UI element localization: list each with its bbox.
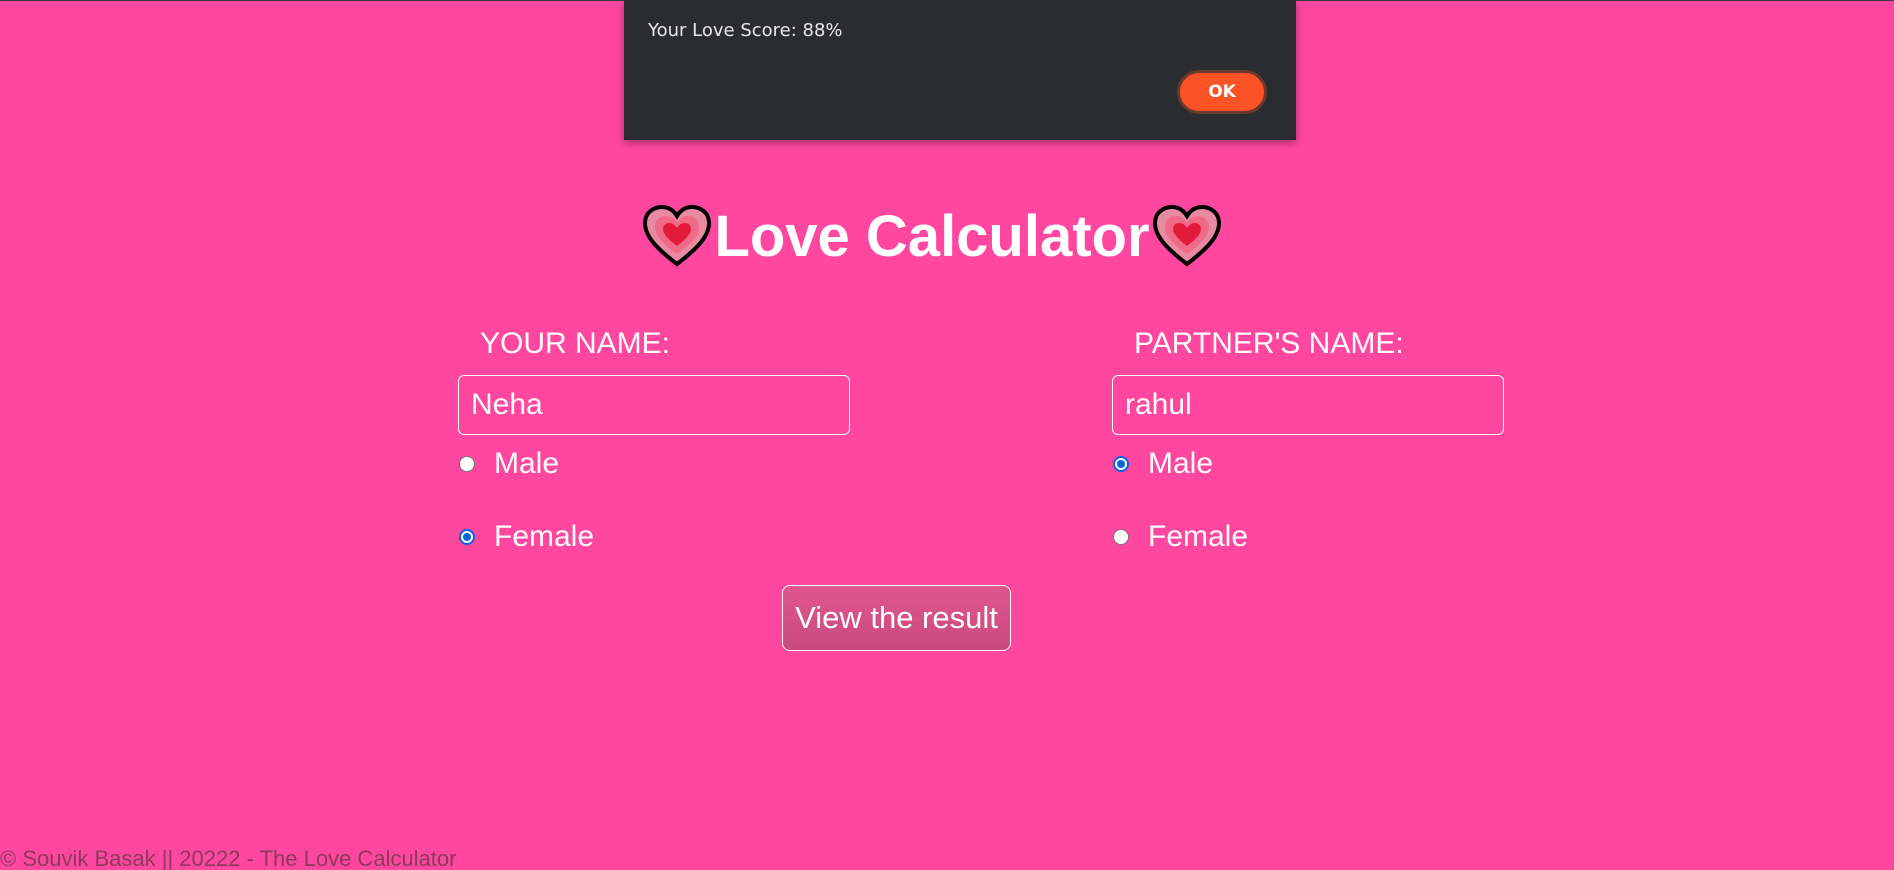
partner-gender-male-radio[interactable] bbox=[1113, 456, 1129, 472]
alert-message: Your Love Score: 88% bbox=[648, 20, 843, 41]
partner-gender-female-label: Female bbox=[1148, 520, 1249, 553]
title-row: Love Calculator bbox=[0, 196, 1894, 276]
your-name-label: YOUR NAME: bbox=[480, 327, 671, 360]
partner-gender-male-label: Male bbox=[1148, 447, 1214, 480]
partner-gender-female-radio[interactable] bbox=[1113, 529, 1129, 545]
growing-heart-icon bbox=[1152, 204, 1221, 267]
view-result-button[interactable]: View the result bbox=[782, 585, 1011, 651]
your-gender-male-radio[interactable] bbox=[459, 456, 475, 472]
alert-ok-button[interactable]: OK bbox=[1177, 70, 1267, 114]
your-gender-male-label: Male bbox=[494, 447, 560, 480]
page-title: Love Calculator bbox=[714, 203, 1150, 269]
partner-name-label: PARTNER'S NAME: bbox=[1134, 327, 1404, 360]
title-group: Love Calculator bbox=[642, 203, 1221, 270]
footer-copyright: © Souvik Basak || 20222 - The Love Calcu… bbox=[0, 846, 457, 870]
partner-name-input[interactable] bbox=[1112, 375, 1504, 435]
growing-heart-icon bbox=[643, 204, 712, 267]
your-gender-female-radio[interactable] bbox=[459, 529, 475, 545]
alert-dialog: Your Love Score: 88% OK bbox=[624, 0, 1296, 140]
your-name-input[interactable] bbox=[458, 375, 850, 435]
your-gender-female-label: Female bbox=[494, 520, 595, 553]
